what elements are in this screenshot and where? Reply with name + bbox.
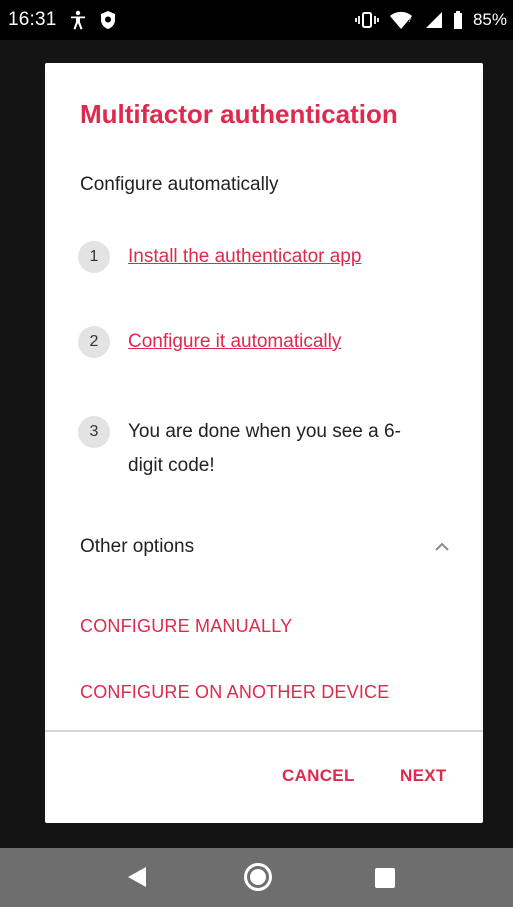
cancel-button[interactable]: CANCEL bbox=[282, 766, 355, 786]
shield-icon bbox=[99, 10, 117, 30]
step-3: 3 You are done when you see a 6-digit co… bbox=[78, 416, 428, 483]
chevron-up-icon bbox=[434, 542, 450, 552]
configure-manually-button[interactable]: CONFIGURE MANUALLY bbox=[80, 616, 292, 637]
other-options-label: Other options bbox=[80, 536, 195, 557]
step-number-badge: 2 bbox=[78, 326, 110, 358]
configure-other-device-button[interactable]: CONFIGURE ON ANOTHER DEVICE bbox=[80, 682, 389, 703]
signal-icon bbox=[423, 10, 443, 30]
other-options-toggle[interactable]: Other options bbox=[80, 532, 450, 562]
accessibility-icon bbox=[69, 10, 87, 30]
vibrate-icon bbox=[355, 10, 379, 30]
dialog-title: Multifactor authentication bbox=[80, 99, 398, 129]
next-button[interactable]: NEXT bbox=[400, 766, 447, 786]
step-2: 2 Configure it automatically bbox=[78, 326, 341, 359]
wifi-icon: ? bbox=[389, 10, 413, 30]
dialog-subtitle: Configure automatically bbox=[80, 174, 279, 195]
battery-icon bbox=[453, 10, 463, 30]
mfa-dialog: Multifactor authentication Configure aut… bbox=[45, 63, 483, 823]
home-icon[interactable] bbox=[243, 862, 273, 892]
step-3-text: You are done when you see a 6-digit code… bbox=[128, 421, 401, 476]
svg-text:?: ? bbox=[408, 16, 412, 24]
step-number-badge: 3 bbox=[78, 416, 110, 448]
back-icon[interactable] bbox=[126, 865, 148, 889]
nav-bar bbox=[0, 848, 513, 907]
configure-automatically-link[interactable]: Configure it automatically bbox=[128, 325, 341, 359]
battery-percentage: 85% bbox=[472, 10, 507, 29]
status-bar: 16:31 ? 85% bbox=[0, 0, 513, 40]
footer-divider bbox=[45, 730, 483, 732]
status-time: 16:31 bbox=[8, 9, 57, 30]
step-1: 1 Install the authenticator app bbox=[78, 241, 361, 274]
install-app-link[interactable]: Install the authenticator app bbox=[128, 240, 361, 274]
step-number-badge: 1 bbox=[78, 241, 110, 273]
recents-icon[interactable] bbox=[374, 867, 396, 889]
